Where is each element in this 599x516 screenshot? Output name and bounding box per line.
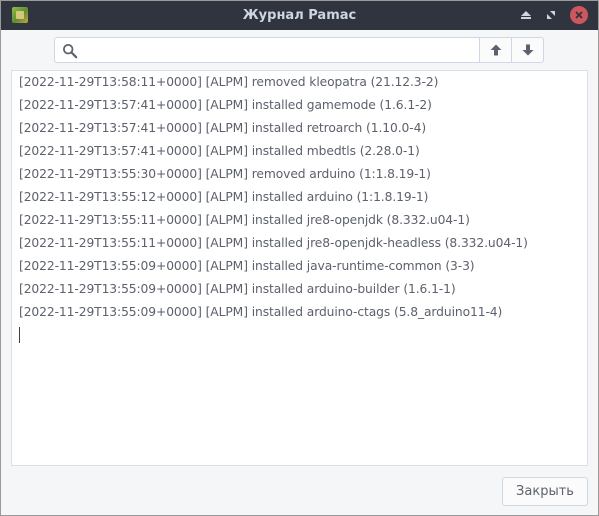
titlebar[interactable]: Журнал Pamac: [1, 1, 598, 30]
log-line: [2022-11-29T13:55:09+0000] [ALPM] instal…: [19, 305, 503, 319]
search-input[interactable]: [83, 40, 477, 62]
window-title: Журнал Pamac: [242, 8, 357, 23]
close-button[interactable]: Закрыть: [502, 477, 588, 506]
search-box[interactable]: [54, 37, 480, 63]
text-cursor: [19, 327, 20, 343]
minimize-icon: [521, 11, 531, 19]
log-line: [2022-11-29T13:55:11+0000] [ALPM] instal…: [19, 213, 470, 227]
arrow-up-icon: [490, 44, 501, 56]
maximize-icon: [547, 11, 555, 19]
log-line: [2022-11-29T13:57:41+0000] [ALPM] instal…: [19, 144, 420, 158]
log-line: [2022-11-29T13:58:11+0000] [ALPM] remove…: [19, 75, 439, 89]
log-line: [2022-11-29T13:57:41+0000] [ALPM] instal…: [19, 121, 427, 135]
arrow-down-icon: [522, 44, 533, 56]
close-window-button[interactable]: [570, 6, 588, 24]
close-icon: [575, 11, 583, 19]
toolbar: [1, 30, 598, 70]
minimize-button[interactable]: [517, 6, 535, 24]
search-next-button[interactable]: [512, 37, 544, 63]
log-text-view[interactable]: [2022-11-29T13:58:11+0000] [ALPM] remove…: [11, 70, 588, 466]
maximize-button[interactable]: [542, 6, 560, 24]
pamac-log-window: Журнал Pamac [2022-11-29T13:58:11+0000] …: [0, 0, 599, 516]
log-line: [2022-11-29T13:55:09+0000] [ALPM] instal…: [19, 259, 475, 273]
log-line: [2022-11-29T13:57:41+0000] [ALPM] instal…: [19, 98, 432, 112]
search-previous-button[interactable]: [480, 37, 512, 63]
search-icon: [62, 43, 78, 59]
log-line: [2022-11-29T13:55:09+0000] [ALPM] instal…: [19, 282, 456, 296]
log-line: [2022-11-29T13:55:11+0000] [ALPM] instal…: [19, 236, 528, 250]
log-line: [2022-11-29T13:55:30+0000] [ALPM] remove…: [19, 167, 431, 181]
log-line: [2022-11-29T13:55:12+0000] [ALPM] instal…: [19, 190, 429, 204]
